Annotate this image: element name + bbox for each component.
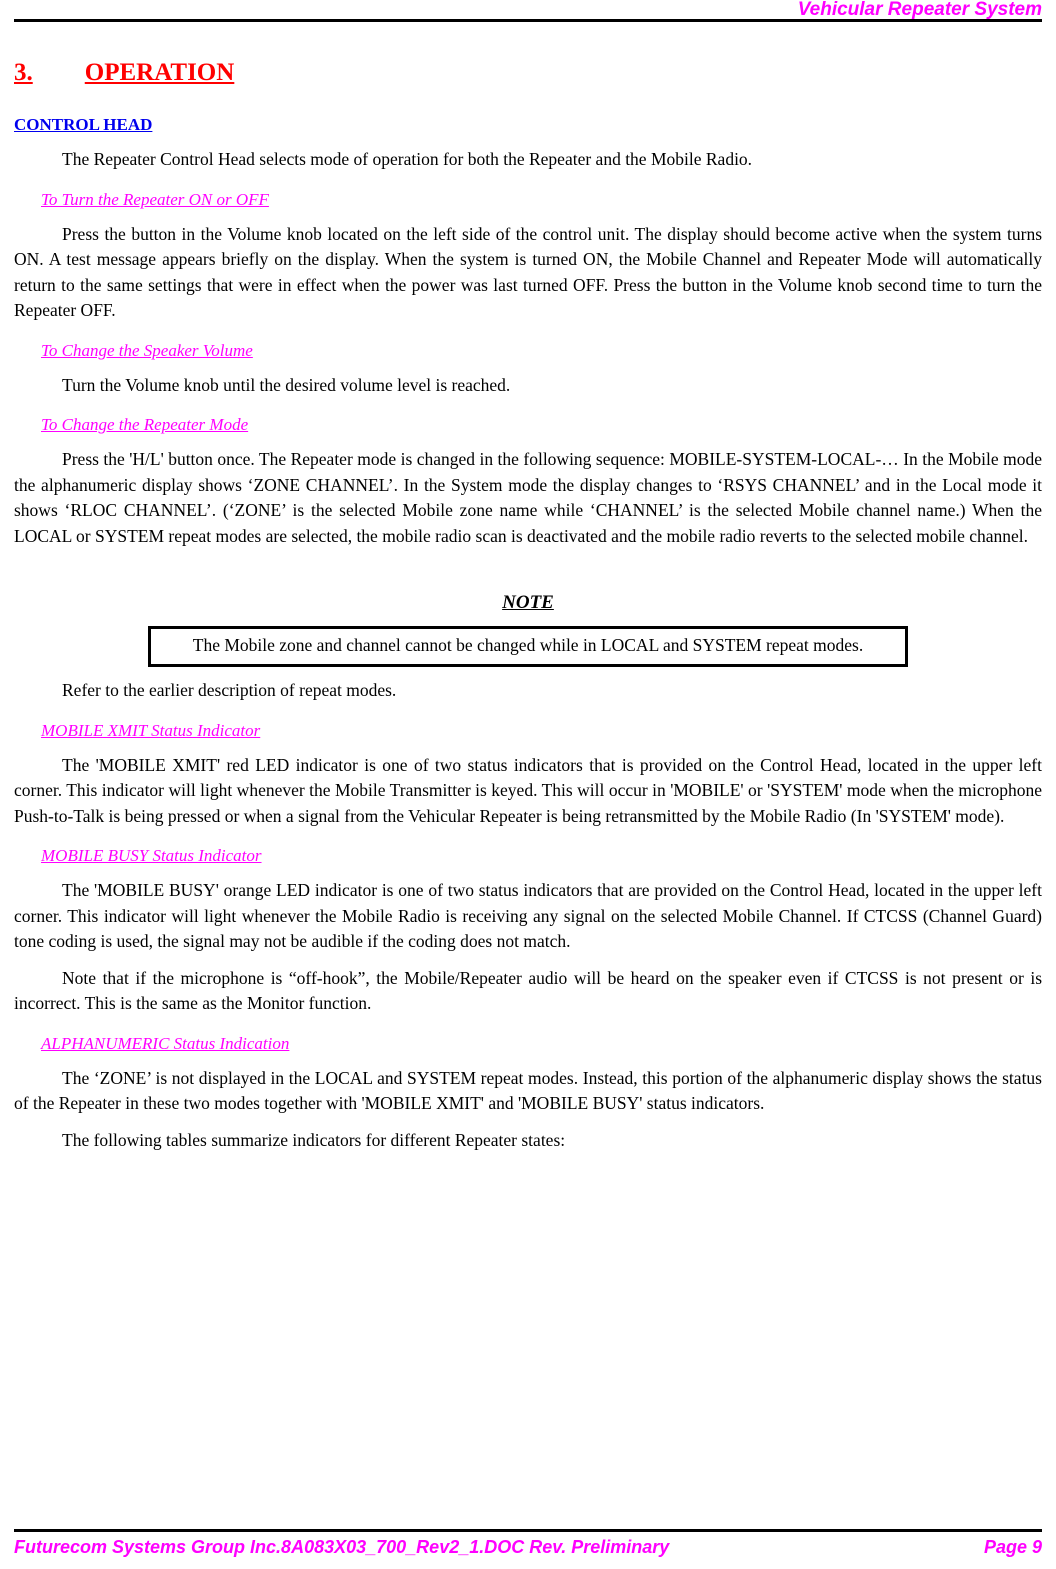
subsection-heading-control-head: CONTROL HEAD xyxy=(14,115,153,134)
run-heading-mobile-busy-status-indicator: MOBILE BUSY Status Indicator xyxy=(41,846,262,865)
footer-document-reference: Futurecom Systems Group Inc.8A083X03_700… xyxy=(14,1537,670,1557)
document-content: 3. OPERATION CONTROL HEAD The Repeater Co… xyxy=(14,58,1042,1153)
paragraph-alphanumeric-status-indication: The ‘ZONE’ is not displayed in the LOCAL… xyxy=(14,1067,1042,1114)
document-page: Vehicular Repeater System 3. OPERATION CO… xyxy=(0,0,1056,1569)
paragraph-mobile-busy-off-hook-note: Note that if the microphone is “off-hook… xyxy=(14,967,1042,1014)
paragraph-mobile-xmit-status-indicator: The 'MOBILE XMIT' red LED indicator is o… xyxy=(14,754,1042,826)
paragraph-refer-to-repeat-modes: Refer to the earlier description of repe… xyxy=(62,680,397,700)
control-head-intro-paragraph: The Repeater Control Head selects mode o… xyxy=(62,149,753,169)
header-divider xyxy=(14,19,1042,22)
page-footer: Futurecom Systems Group Inc.8A083X03_700… xyxy=(14,1529,1042,1563)
paragraph-mobile-busy-status-indicator: The 'MOBILE BUSY' orange LED indicator i… xyxy=(14,880,1042,951)
section-number: 3. xyxy=(14,59,33,86)
run-heading-mobile-xmit-status-indicator: MOBILE XMIT Status Indicator xyxy=(41,720,261,740)
note-box-text: The Mobile zone and channel cannot be ch… xyxy=(148,626,908,667)
paragraph-following-tables: The following tables summarize indicator… xyxy=(62,1129,566,1150)
run-heading-change-repeater-mode: To Change the Repeater Mode xyxy=(41,415,249,434)
footer-page-number: Page 9 xyxy=(983,1537,1042,1557)
run-heading-change-speaker-volume: To Change the Speaker Volume xyxy=(41,340,253,360)
note-title: NOTE xyxy=(502,592,554,613)
note-callout: NOTE The Mobile zone and channel cannot … xyxy=(14,591,1042,667)
run-heading-alphanumeric-status-indication: ALPHANUMERIC Status Indication xyxy=(41,1033,290,1053)
footer-divider xyxy=(14,1529,1042,1532)
header-title: Vehicular Repeater System xyxy=(797,0,1042,20)
page-header: Vehicular Repeater System xyxy=(14,0,1042,24)
paragraph-change-speaker-volume: Turn the Volume knob until the desired v… xyxy=(62,374,511,395)
section-heading: 3. OPERATION xyxy=(14,58,1042,88)
paragraph-turn-repeater-on-off: Press the button in the Volume knob loca… xyxy=(14,223,1042,321)
run-heading-turn-repeater-on-off: To Turn the Repeater ON or OFF xyxy=(41,189,269,209)
paragraph-change-repeater-mode: Press the 'H/L' button once. The Repeate… xyxy=(14,449,1042,546)
section-title: OPERATION xyxy=(84,59,235,86)
